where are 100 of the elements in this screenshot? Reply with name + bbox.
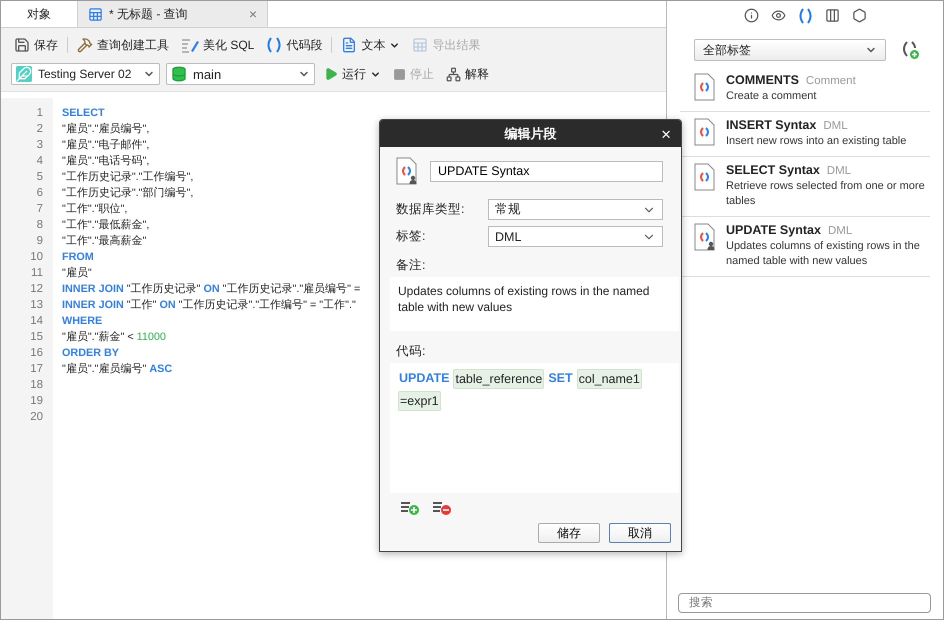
tab-label: * 无标题 - 查询 [109, 6, 188, 22]
line-number: 5 [36, 170, 44, 185]
snippet-name: UPDATE Syntax [726, 223, 821, 237]
eye-icon [770, 8, 786, 23]
snippet-item[interactable]: INSERT Syntax DML Insert new rows into an existing table [680, 112, 930, 157]
line-number: 8 [36, 218, 44, 233]
sql-text: "雇员" [62, 266, 92, 281]
toolbar-button[interactable]: 运行 [321, 62, 384, 86]
snippet-description: Create a comment [726, 89, 818, 104]
toolbar-button[interactable]: 美化 SQL [178, 33, 258, 57]
sql-text: "雇员"."电话号码", [62, 154, 150, 169]
toolbar-button[interactable]: 查询创建工具 [74, 33, 172, 57]
line-number: 14 [29, 314, 44, 329]
lines-pencil-icon [181, 37, 199, 53]
sql-keyword: ORDER BY [62, 346, 119, 361]
line-number: 17 [29, 362, 44, 377]
toolbar-button[interactable]: 代码段 [263, 33, 326, 57]
sql-keyword: FROM [62, 250, 94, 265]
database-icon [171, 66, 187, 82]
feather-icon [16, 66, 32, 82]
sql-keyword: SELECT [62, 106, 105, 121]
sql-keyword: SET [547, 370, 574, 387]
sql-text: "雇员"."电子邮件", [62, 138, 150, 153]
save-icon [14, 37, 30, 53]
dropdown[interactable]: 常规 [488, 199, 663, 220]
parentheses-icon [798, 8, 812, 24]
tab[interactable]: * 无标题 - 查询 × [78, 1, 268, 27]
snippet-tag: DML [826, 165, 852, 177]
snippet-name: SELECT Syntax [726, 163, 820, 177]
filter-label: 全部标签 [703, 42, 751, 58]
sql-text: "工作"."职位", [62, 202, 128, 217]
line-number: 16 [29, 346, 44, 361]
field-label: 标签: [396, 228, 426, 245]
add-icon[interactable] [400, 501, 420, 515]
close-button[interactable]: × [661, 126, 671, 143]
snippet-tag: Comment [806, 75, 856, 87]
line-number: 1 [36, 106, 44, 121]
play-icon [324, 67, 338, 81]
server-name: Testing Server 02 [38, 67, 132, 81]
code-placeholder: col_name1 [576, 369, 642, 389]
code-placeholder: table_reference [453, 369, 544, 389]
dialog-button[interactable]: 取消 [609, 523, 671, 543]
line-number: 18 [29, 378, 44, 393]
code-placeholder: =expr1 [398, 391, 441, 411]
sql-text: "雇员"."雇员编号", [62, 122, 150, 137]
snippet-item[interactable]: UPDATE Syntax DML Updates columns of existing rows in the named table with new values [680, 217, 930, 277]
sql-number: 11000 [136, 330, 166, 345]
sql-text: "工作"."最高薪金" [62, 234, 146, 249]
connection-select[interactable]: Testing Server 02 [11, 63, 160, 85]
toolbar-button[interactable]: 解释 [443, 62, 492, 86]
close-tab-button[interactable]: × [248, 6, 257, 22]
sql-text: "工作历史记录" [126, 282, 200, 297]
note-field[interactable]: Updates columns of existing rows in the named table with new values [390, 277, 679, 331]
snippet-file-icon [694, 73, 716, 101]
line-number: 13 [29, 298, 44, 313]
snippet-file-icon [396, 157, 418, 185]
line-number: 10 [29, 250, 44, 265]
line-number: 4 [36, 154, 44, 169]
sql-keyword: WHERE [62, 314, 102, 329]
snippet-tag: DML [828, 225, 852, 237]
sql-text: "工作"."最低薪金", [62, 218, 150, 233]
toolbar-button[interactable]: 保存 [11, 33, 61, 57]
field-label: 备注: [396, 257, 426, 274]
dialog-button[interactable]: 储存 [538, 523, 600, 543]
search-field[interactable]: 搜索 [678, 593, 931, 613]
line-number: 19 [29, 394, 44, 409]
sql-keyword: ON [159, 298, 176, 313]
toolbar-button[interactable]: 文本 [338, 33, 404, 57]
snippet-item[interactable]: COMMENTS Comment Create a comment [680, 67, 930, 112]
snippet-file-icon [694, 163, 716, 191]
sql-text: "工作历史记录"."部门编号", [62, 186, 194, 201]
field-label: 数据库类型: [396, 201, 466, 218]
database-name: main [193, 66, 222, 82]
sql-keyword: INNER JOIN [62, 298, 124, 313]
dropdown[interactable]: DML [488, 226, 663, 247]
remove-icon[interactable] [432, 501, 452, 515]
sql-text: "雇员"."薪金" < [62, 330, 134, 345]
line-number: 9 [36, 234, 44, 249]
sql-keyword: UPDATE [398, 370, 450, 387]
database-select[interactable]: main [166, 63, 315, 85]
snippet-file-icon [694, 223, 716, 251]
snippet-file-icon [694, 118, 716, 146]
hammer-icon [77, 37, 93, 53]
new-snippet-icon[interactable] [900, 40, 920, 60]
snippet-item[interactable]: SELECT Syntax DML Retrieve rows selected from one or more tables [680, 157, 930, 217]
dialog-title: 编辑片段 [504, 124, 556, 142]
sql-text: "工作" [126, 298, 156, 313]
sql-text: "工作历史记录"."雇员编号" = [222, 282, 360, 297]
sql-keyword: INNER JOIN [62, 282, 124, 297]
info-icon [744, 8, 758, 23]
name-field[interactable]: UPDATE Syntax [430, 160, 663, 182]
tab-label: 对象 [27, 6, 51, 22]
code-field[interactable]: UPDATE table_reference SET col_name1 =expr1 [390, 363, 679, 493]
hexagon-icon [852, 8, 866, 23]
line-number: 6 [36, 186, 44, 201]
stop-icon [393, 68, 406, 80]
document-icon [341, 37, 358, 53]
tag-filter[interactable]: 全部标签 [694, 39, 886, 61]
table-icon [412, 37, 428, 53]
snippet-description: Insert new rows into an existing table [726, 134, 908, 149]
